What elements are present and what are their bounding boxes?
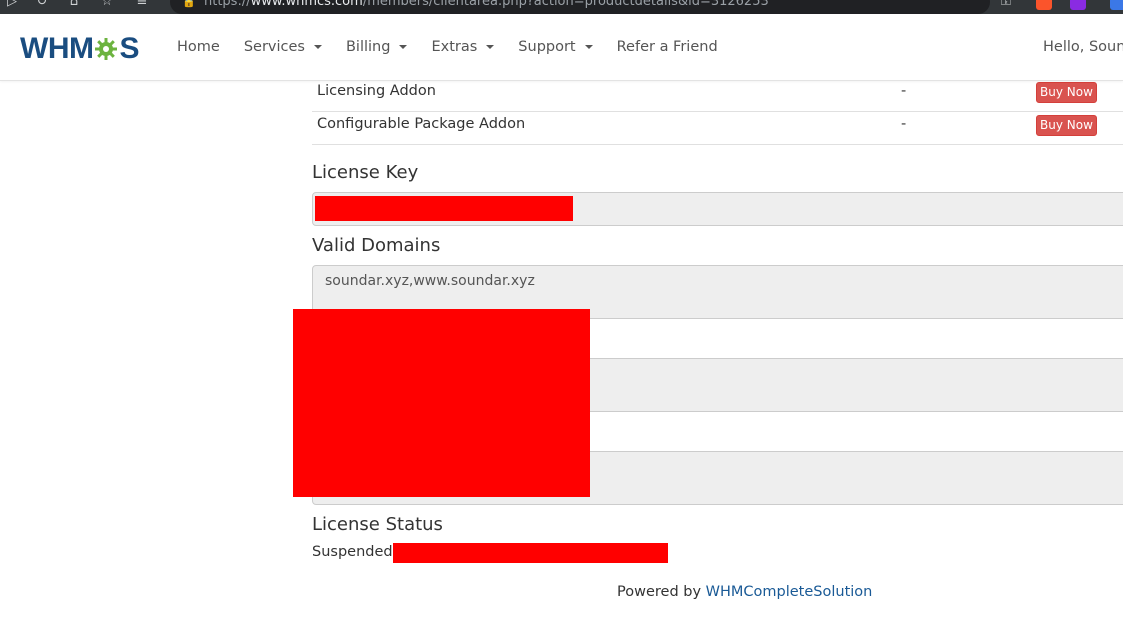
buy-now-button[interactable]: Buy Now: [1036, 82, 1097, 103]
extension-icon[interactable]: [1110, 0, 1123, 10]
nav-services[interactable]: Services: [244, 39, 322, 55]
redaction-box: [293, 309, 590, 497]
caret-down-icon: [313, 45, 322, 49]
user-greeting-menu[interactable]: Hello, Sound: [1043, 39, 1123, 55]
nav-extras[interactable]: Extras: [431, 39, 495, 55]
logo-text-right: S: [119, 32, 139, 65]
valid-domains-value: soundar.xyz,www.soundar.xyz: [325, 273, 535, 289]
table-row: Licensing Addon - Buy Now: [312, 79, 1123, 112]
redaction-box: [393, 543, 668, 563]
rewards-icon[interactable]: [1070, 0, 1086, 10]
home-icon[interactable]: ⌂: [66, 0, 82, 10]
footer: Powered by WHMCompleteSolution: [617, 584, 872, 600]
reload-icon[interactable]: ↻: [34, 0, 50, 10]
gear-icon: [95, 38, 118, 60]
nav-home[interactable]: Home: [177, 39, 220, 55]
caret-down-icon: [399, 45, 408, 49]
addon-name: Licensing Addon: [317, 83, 436, 99]
key-icon[interactable]: ⚿: [998, 0, 1014, 10]
footer-link[interactable]: WHMCompleteSolution: [706, 584, 873, 600]
brave-shield-icon[interactable]: [1036, 0, 1052, 10]
nav-support[interactable]: Support: [518, 39, 593, 55]
license-status-value: Suspended: [312, 544, 393, 560]
site-navbar: WHM S Home Services Billing Extras Suppo…: [0, 14, 1123, 81]
nav-refer-a-friend[interactable]: Refer a Friend: [617, 39, 718, 55]
addon-name: Configurable Package Addon: [317, 116, 526, 132]
addon-price: -: [901, 83, 907, 99]
bookmark-icon[interactable]: ☆: [99, 0, 115, 10]
redaction-box: [315, 196, 573, 221]
reader-mode-icon[interactable]: ≡: [134, 0, 150, 10]
license-status-title: License Status: [312, 514, 443, 535]
address-bar[interactable]: 🔒 https://www.whmcs.com/members/clientar…: [170, 0, 990, 14]
forward-icon[interactable]: ▷: [4, 0, 20, 10]
whmcs-logo[interactable]: WHM S: [20, 33, 139, 65]
browser-toolbar: ▷ ↻ ⌂ ☆ ≡ 🔒 https://www.whmcs.com/member…: [0, 0, 1123, 14]
caret-down-icon: [486, 45, 495, 49]
footer-prefix: Powered by: [617, 584, 706, 600]
valid-domains-title: Valid Domains: [312, 235, 441, 256]
license-key-title: License Key: [312, 162, 419, 183]
buy-now-button[interactable]: Buy Now: [1036, 115, 1097, 136]
table-row: Configurable Package Addon - Buy Now: [312, 112, 1123, 145]
addon-price: -: [901, 116, 907, 132]
nav-billing[interactable]: Billing: [346, 39, 408, 55]
logo-text-left: WHM: [20, 32, 94, 65]
caret-down-icon: [584, 45, 593, 49]
lock-icon: 🔒: [182, 0, 196, 8]
main-nav: Home Services Billing Extras Support Ref…: [177, 39, 742, 55]
url-text: https://www.whmcs.com/members/clientarea…: [204, 0, 769, 9]
